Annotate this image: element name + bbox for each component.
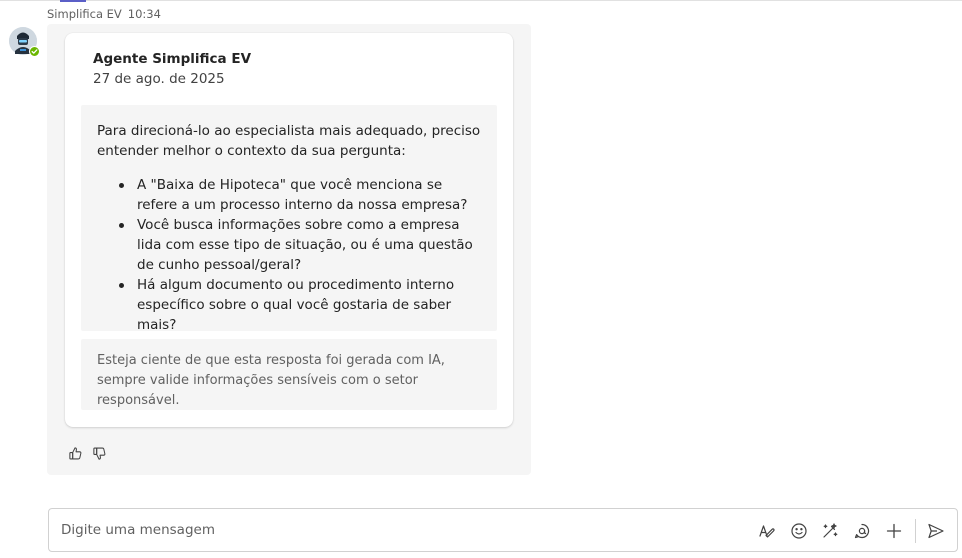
list-item: A "Baixa de Hipoteca" que você menciona … — [119, 175, 481, 215]
ai-disclaimer: Esteja ciente de que esta resposta foi g… — [81, 339, 497, 410]
card-body: Para direcioná-lo ao especialista mais a… — [81, 105, 497, 333]
card-title: Agente Simplifica EV — [93, 51, 252, 67]
sender-name: Simplifica EV — [47, 7, 122, 21]
emoji-icon[interactable] — [789, 521, 809, 541]
reaction-bar — [67, 445, 107, 461]
disclaimer-text: Esteja ciente de que esta resposta foi g… — [97, 353, 445, 408]
loop-icon[interactable] — [852, 521, 872, 541]
add-icon[interactable] — [884, 521, 904, 541]
top-divider — [0, 0, 962, 1]
message-input[interactable] — [61, 520, 701, 540]
message-time: 10:34 — [127, 7, 161, 21]
compose-box — [48, 508, 958, 552]
avatar[interactable] — [9, 27, 40, 57]
send-icon[interactable] — [926, 521, 946, 541]
list-item: Você busca informações sobre como a empr… — [119, 215, 481, 275]
card-intro-text: Para direcioná-lo ao especialista mais a… — [97, 123, 481, 159]
adaptive-card: Agente Simplifica EV 27 de ago. de 2025 … — [65, 33, 513, 427]
thumbs-up-icon[interactable] — [67, 445, 83, 461]
toolbar-divider — [915, 519, 916, 543]
question-list: A "Baixa de Hipoteca" que você menciona … — [97, 175, 481, 335]
list-item: Há algum documento ou procedimento inter… — [119, 275, 481, 335]
copilot-icon[interactable] — [820, 521, 840, 541]
presence-available-icon — [29, 46, 40, 57]
message-header: Simplifica EV 10:34 — [47, 7, 161, 21]
tab-indicator — [60, 0, 86, 2]
thumbs-down-icon[interactable] — [91, 445, 107, 461]
card-date: 27 de ago. de 2025 — [93, 71, 225, 87]
format-icon[interactable] — [757, 521, 777, 541]
